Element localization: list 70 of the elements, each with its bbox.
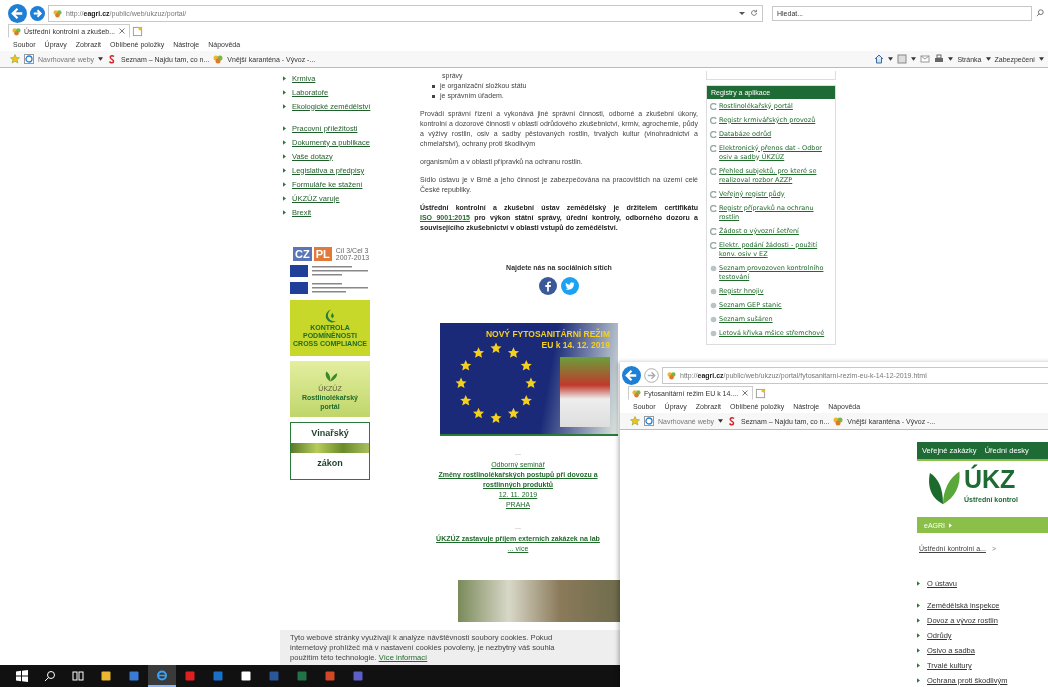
close-icon[interactable]	[118, 27, 127, 35]
bullet-arrow-icon	[917, 603, 920, 608]
windows-logo-icon	[16, 670, 28, 682]
caret-icon[interactable]	[98, 57, 104, 61]
bullet-arrow-icon	[917, 678, 920, 683]
banner-text: zákon	[317, 457, 343, 470]
caret-icon[interactable]	[948, 57, 954, 61]
bullet-arrow-icon	[283, 209, 286, 215]
browser-e-icon	[644, 416, 654, 426]
twitter-bird-icon[interactable]	[561, 277, 579, 295]
back-icon[interactable]	[8, 3, 27, 23]
app-link-icon	[710, 167, 717, 175]
bullet-arrow-icon	[283, 181, 286, 187]
back-icon[interactable]	[622, 365, 641, 385]
dot-icon	[710, 264, 717, 272]
refresh-icon[interactable]	[750, 9, 758, 17]
forward-icon[interactable]	[644, 367, 659, 383]
bullet-arrow-icon	[917, 618, 920, 623]
bullet-arrow-icon	[917, 633, 920, 638]
caret-icon[interactable]	[888, 57, 894, 61]
logo-letters: CZ	[293, 247, 312, 261]
banner-text: Vinařský	[311, 427, 349, 440]
bullet-arrow-icon	[283, 103, 286, 109]
leaf-favicon-icon	[213, 54, 224, 64]
browser-e-icon	[24, 54, 34, 64]
search-icon[interactable]	[1036, 9, 1044, 17]
home-icon[interactable]	[874, 54, 885, 64]
photo-placeholder	[560, 357, 610, 427]
leaf-favicon-icon	[667, 370, 676, 380]
caret-icon[interactable]	[911, 57, 917, 61]
favorites-star-icon[interactable]	[10, 54, 20, 64]
forward-icon[interactable]	[30, 5, 45, 21]
promo-subtitle: EU k 14. 12. 2019	[541, 340, 610, 351]
dot-icon	[710, 287, 717, 295]
bullet-arrow-icon	[283, 75, 286, 81]
bullet-arrow-icon	[283, 89, 286, 95]
dropdown-icon[interactable]	[738, 9, 746, 17]
caret-icon[interactable]	[718, 419, 724, 423]
print-icon[interactable]	[934, 54, 945, 64]
dot-icon	[710, 329, 717, 337]
task-view-icon	[72, 670, 84, 682]
caret-icon	[949, 522, 952, 528]
logo-text: ÚKZ	[964, 465, 1017, 493]
bullet-arrow-icon	[917, 648, 920, 653]
new-tab-icon[interactable]	[755, 387, 767, 399]
bullet-arrow-icon	[283, 139, 286, 145]
dot-icon	[710, 315, 717, 323]
new-tab-icon[interactable]	[132, 25, 144, 37]
leaf-favicon-icon	[53, 8, 62, 18]
leaf-favicon-icon	[632, 388, 641, 398]
search-icon	[44, 670, 56, 682]
bullet-arrow-icon	[917, 581, 920, 586]
favorites-star-icon[interactable]	[630, 416, 640, 426]
bullet-arrow-icon	[283, 153, 286, 159]
browser-e-icon	[156, 669, 168, 681]
caret-icon[interactable]	[1039, 57, 1044, 61]
promo-title: NOVÝ FYTOSANITÁRNÍ REŽIM	[485, 329, 610, 340]
bullet-arrow-icon	[917, 663, 920, 668]
close-icon[interactable]	[741, 389, 750, 397]
leaf-favicon-icon	[833, 416, 844, 426]
caret-icon[interactable]	[985, 57, 991, 61]
dot-icon	[710, 301, 717, 309]
promo-banner[interactable]: NOVÝ FYTOSANITÁRNÍ REŽIM EU k 14. 12. 2019	[440, 323, 618, 436]
bullet-arrow-icon	[283, 167, 286, 173]
facebook-icon[interactable]	[539, 277, 557, 295]
logo-letters: PL	[313, 247, 332, 261]
leaf-favicon-icon	[12, 26, 21, 36]
bullet-arrow-icon	[283, 195, 286, 201]
bullet-arrow-icon	[283, 125, 286, 131]
wine-law-banner[interactable]: Vinařský zákon	[290, 422, 370, 480]
